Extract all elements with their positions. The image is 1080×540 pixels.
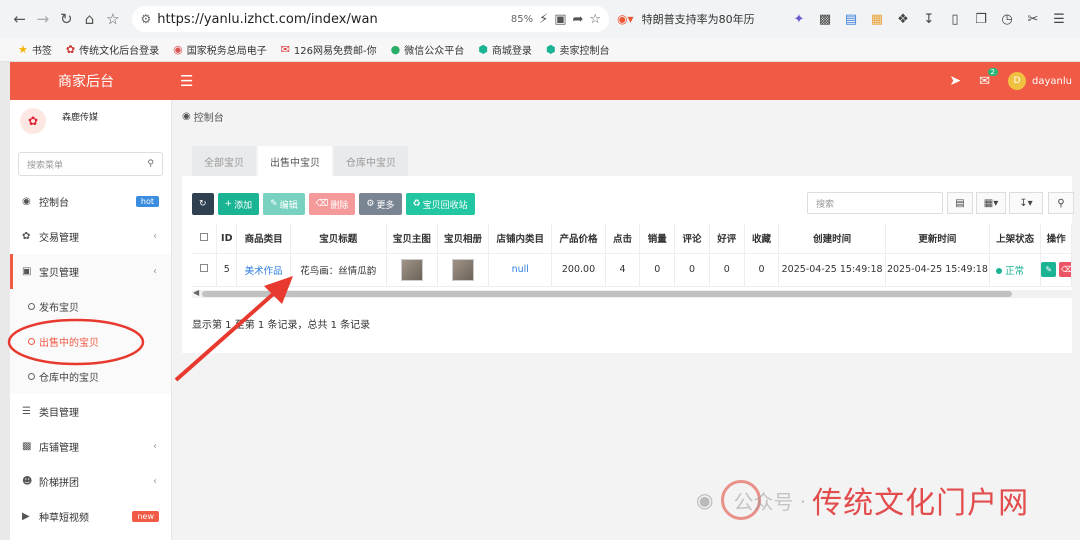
annotation-circle xyxy=(7,318,145,366)
annotation-overlay xyxy=(7,276,293,382)
annotation-arrow xyxy=(174,286,282,382)
